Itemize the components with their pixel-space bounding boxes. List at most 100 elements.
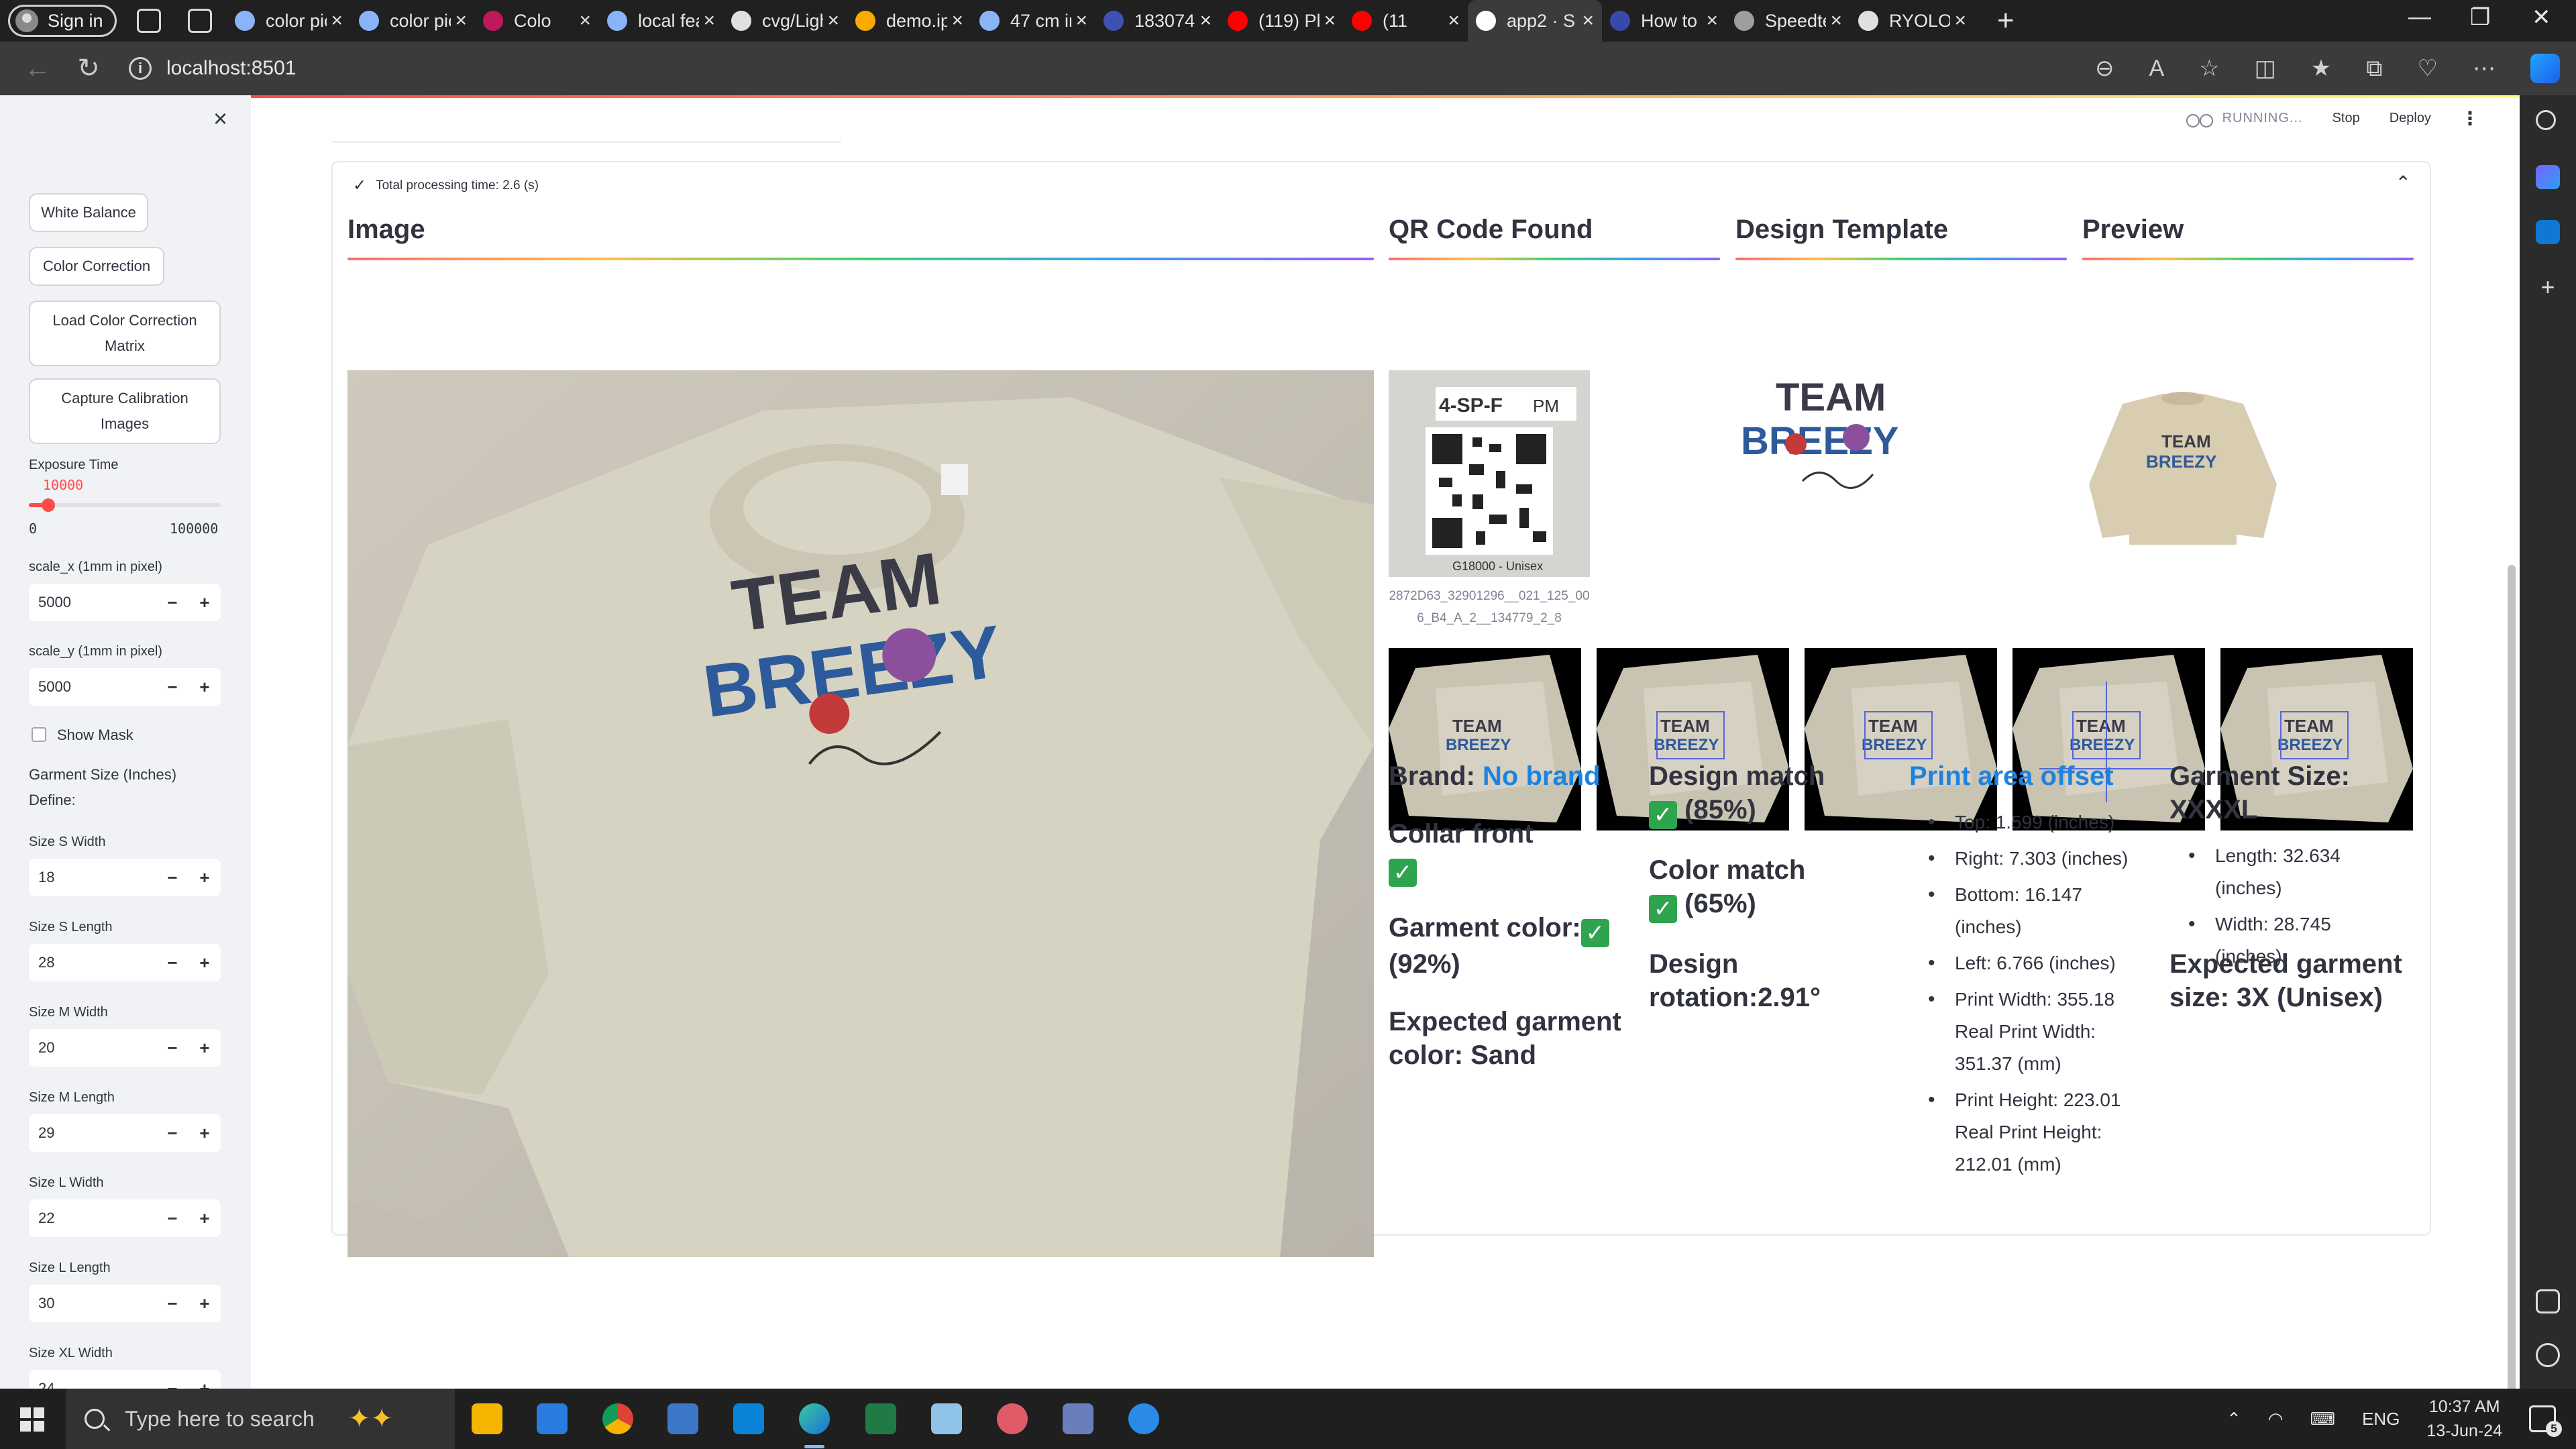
size-increment[interactable]: + xyxy=(189,1379,221,1389)
performance-icon[interactable]: ♡ xyxy=(2418,55,2438,82)
restore-button[interactable]: ❐ xyxy=(2470,4,2490,31)
browser-tab[interactable]: RYOLO-× xyxy=(1850,0,1974,42)
size-decrement[interactable]: − xyxy=(156,953,189,973)
expander-header[interactable]: ✓ Total processing time: 2.6 (s) xyxy=(353,176,539,195)
page-scrollbar[interactable] xyxy=(2508,565,2516,1389)
size-increment[interactable]: + xyxy=(189,867,221,888)
browser-tab[interactable]: cvg/Ligh × xyxy=(723,0,847,42)
size-value[interactable]: 28 xyxy=(29,954,156,971)
notifications-icon[interactable]: 5 xyxy=(2529,1405,2562,1437)
back-icon[interactable]: ← xyxy=(24,54,51,84)
browser-tab[interactable]: app2 · S × xyxy=(1468,0,1602,42)
store-icon[interactable] xyxy=(537,1403,568,1434)
copilot-icon[interactable] xyxy=(2530,54,2560,83)
tab-close-icon[interactable]: × xyxy=(1199,9,1212,32)
tab-close-icon[interactable]: × xyxy=(331,9,343,32)
size-decrement[interactable]: − xyxy=(156,1293,189,1314)
tab-close-icon[interactable]: × xyxy=(1582,9,1594,32)
exposure-slider[interactable] xyxy=(29,498,221,512)
site-info-icon[interactable]: i xyxy=(129,57,152,80)
browser-tab[interactable]: 47 cm in× xyxy=(971,0,1095,42)
favorites-icon[interactable]: ★ xyxy=(2311,55,2331,82)
tab-close-icon[interactable]: × xyxy=(827,9,839,32)
color-correction-button[interactable]: Color Correction xyxy=(29,247,164,286)
white-balance-button[interactable]: White Balance xyxy=(29,193,148,232)
tab-actions-icon[interactable] xyxy=(188,9,212,33)
browser-tab[interactable]: color pic × xyxy=(227,0,351,42)
size-decrement[interactable]: − xyxy=(156,1123,189,1144)
main-menu-icon[interactable]: ⋮ xyxy=(2461,107,2479,129)
size-input[interactable]: 24− + xyxy=(29,1370,221,1389)
tab-close-icon[interactable]: × xyxy=(1954,9,1966,32)
file-explorer-icon[interactable] xyxy=(472,1403,502,1434)
edge-icon[interactable] xyxy=(799,1403,830,1434)
size-decrement[interactable]: − xyxy=(156,1379,189,1389)
remote-desktop-icon[interactable] xyxy=(667,1403,698,1434)
close-window-button[interactable]: ✕ xyxy=(2532,4,2551,31)
size-value[interactable]: 22 xyxy=(29,1210,156,1227)
calculator-icon[interactable] xyxy=(1063,1403,1093,1434)
browser-tab[interactable]: local fea × xyxy=(599,0,723,42)
scale-y-input[interactable]: 5000 − + xyxy=(29,668,221,706)
tray-chevron-icon[interactable]: ⌃ xyxy=(2226,1409,2241,1430)
size-input[interactable]: 18− + xyxy=(29,859,221,896)
size-input[interactable]: 22− + xyxy=(29,1199,221,1237)
show-mask-label[interactable]: Show Mask xyxy=(57,727,133,744)
start-icon[interactable] xyxy=(20,1407,44,1432)
browser-tab[interactable]: Speedte × xyxy=(1726,0,1850,42)
read-aloud-icon[interactable]: A xyxy=(2149,56,2164,82)
exposure-slider-thumb[interactable] xyxy=(41,498,55,512)
size-input[interactable]: 20− + xyxy=(29,1029,221,1067)
vscode-icon[interactable] xyxy=(733,1403,764,1434)
search-icon[interactable] xyxy=(2536,110,2556,130)
tab-close-icon[interactable]: × xyxy=(951,9,963,32)
size-value[interactable]: 30 xyxy=(29,1295,156,1312)
zoom-icon[interactable]: ⊖ xyxy=(2095,55,2114,82)
size-decrement[interactable]: − xyxy=(156,1208,189,1229)
load-color-matrix-button[interactable]: Load Color Correction Matrix xyxy=(29,301,221,366)
copilot-sidebar-icon[interactable] xyxy=(2536,165,2560,189)
messaging-icon[interactable] xyxy=(1128,1403,1159,1434)
reload-icon[interactable]: ↻ xyxy=(75,53,102,84)
keyboard-icon[interactable]: ⌨ xyxy=(2310,1409,2336,1430)
snipping-icon[interactable] xyxy=(997,1403,1028,1434)
browser-tab[interactable]: How to × xyxy=(1602,0,1726,42)
tab-close-icon[interactable]: × xyxy=(1324,9,1336,32)
tab-close-icon[interactable]: × xyxy=(703,9,715,32)
minimize-button[interactable]: — xyxy=(2408,4,2431,30)
sidebar-close-icon[interactable]: × xyxy=(213,105,227,133)
clock[interactable]: 10:37 AM 13-Jun-24 xyxy=(2426,1395,2502,1443)
add-icon[interactable]: + xyxy=(2536,275,2560,299)
stop-button[interactable]: Stop xyxy=(2332,111,2360,126)
excel-icon[interactable] xyxy=(865,1403,896,1434)
size-value[interactable]: 18 xyxy=(29,869,156,886)
scale-x-decrement[interactable]: − xyxy=(156,592,189,613)
sign-in-button[interactable]: Sign in xyxy=(8,5,117,37)
chevron-up-icon[interactable]: ⌃ xyxy=(2396,172,2411,194)
taskbar-search[interactable]: Type here to search ✦✦ xyxy=(66,1389,455,1449)
size-increment[interactable]: + xyxy=(189,1123,221,1144)
settings-gear-icon[interactable] xyxy=(2536,1343,2560,1367)
outlook-icon[interactable] xyxy=(2536,220,2560,244)
favorite-star-icon[interactable]: ☆ xyxy=(2199,55,2219,82)
collections-icon[interactable]: ⧉ xyxy=(2366,56,2382,82)
size-decrement[interactable]: − xyxy=(156,867,189,888)
size-decrement[interactable]: − xyxy=(156,1038,189,1059)
split-screen-icon[interactable]: ◫ xyxy=(2255,55,2276,82)
deploy-button[interactable]: Deploy xyxy=(2390,111,2431,126)
scale-y-decrement[interactable]: − xyxy=(156,677,189,698)
size-value[interactable]: 20 xyxy=(29,1039,156,1057)
show-mask-checkbox[interactable] xyxy=(32,727,46,742)
scale-x-value[interactable]: 5000 xyxy=(29,594,156,611)
new-tab-button[interactable]: + xyxy=(1997,4,2015,38)
size-increment[interactable]: + xyxy=(189,1208,221,1229)
size-value[interactable]: 29 xyxy=(29,1124,156,1142)
scale-x-input[interactable]: 5000 − + xyxy=(29,584,221,621)
scale-y-value[interactable]: 5000 xyxy=(29,678,156,696)
scale-x-increment[interactable]: + xyxy=(189,592,221,613)
size-increment[interactable]: + xyxy=(189,1038,221,1059)
capture-calibration-button[interactable]: Capture Calibration Images xyxy=(29,378,221,444)
tab-close-icon[interactable]: × xyxy=(455,9,467,32)
url-field[interactable]: i localhost:8501 xyxy=(129,57,296,80)
browser-tab[interactable]: Colo × xyxy=(475,0,599,42)
